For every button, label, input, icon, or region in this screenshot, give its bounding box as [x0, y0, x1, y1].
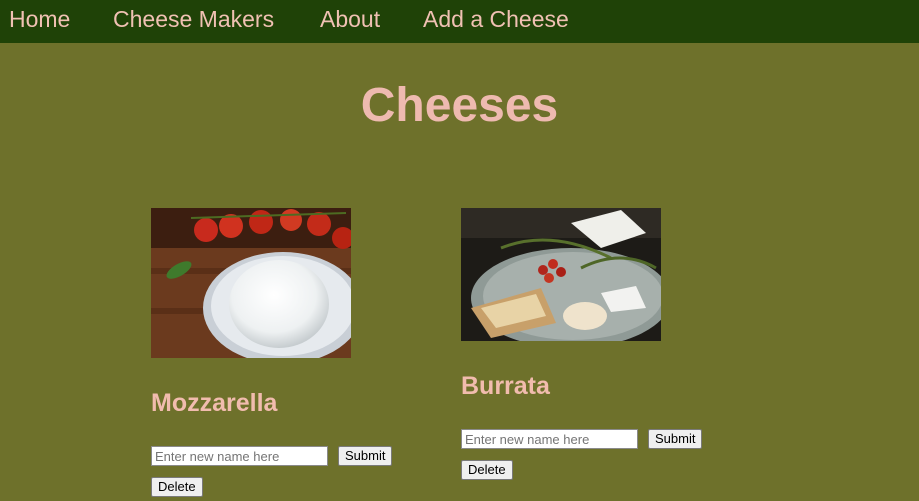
delete-button[interactable]: Delete	[151, 477, 203, 497]
delete-button[interactable]: Delete	[461, 460, 513, 480]
submit-button[interactable]: Submit	[338, 446, 393, 466]
nav-link-about[interactable]: About	[320, 6, 380, 32]
cheese-card-burrata: Burrata Submit Delete	[461, 208, 741, 488]
mozzarella-photo	[151, 208, 351, 358]
cheese-name: Burrata	[461, 372, 550, 400]
nav-link-home[interactable]: Home	[9, 6, 70, 32]
top-nav: Home Cheese Makers About Add a Cheese	[0, 0, 919, 43]
rename-input[interactable]	[461, 429, 638, 449]
rename-input[interactable]	[151, 446, 328, 466]
cheese-name: Mozzarella	[151, 389, 278, 417]
cheese-card-mozzarella: Mozzarella Submit Delete	[151, 208, 431, 501]
burrata-photo	[461, 208, 661, 341]
nav-link-cheese-makers[interactable]: Cheese Makers	[113, 6, 274, 32]
page-title: Cheeses	[360, 79, 559, 132]
submit-button[interactable]: Submit	[648, 429, 703, 449]
nav-link-add-cheese[interactable]: Add a Cheese	[423, 6, 569, 32]
